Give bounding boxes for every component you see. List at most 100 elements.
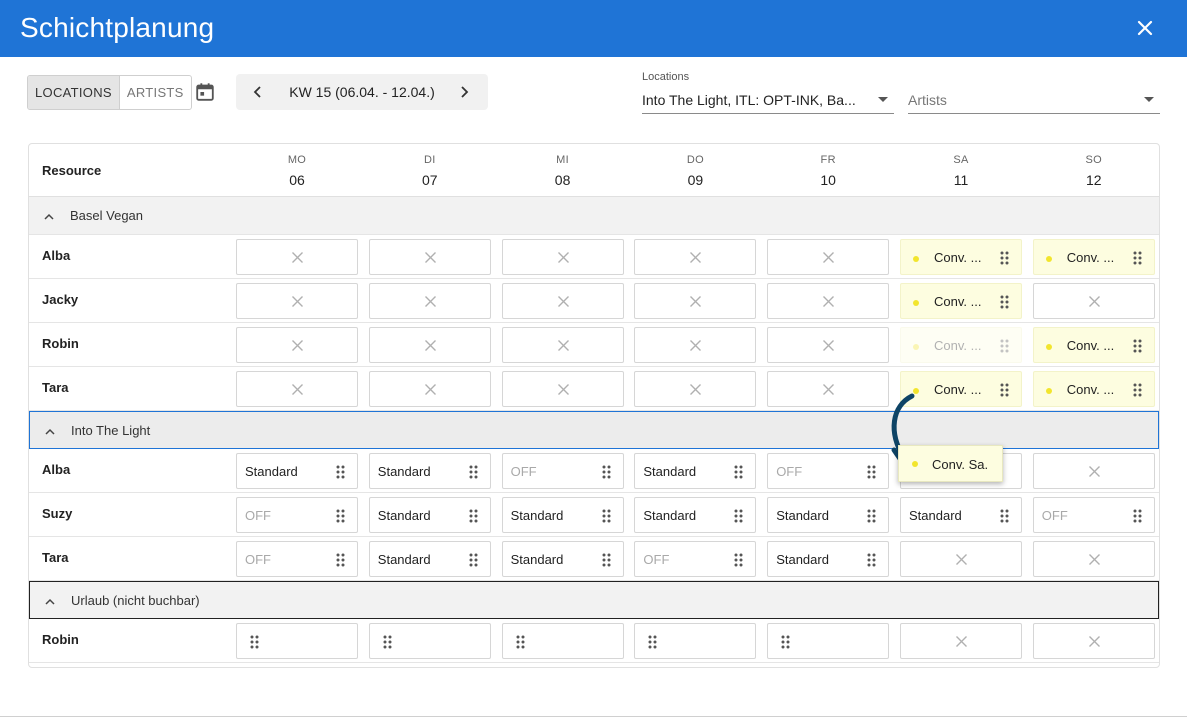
shift-chip[interactable]: Conv. ...: [1032, 371, 1155, 407]
drag-handle-icon[interactable]: [1133, 251, 1142, 265]
vacation-slot[interactable]: [368, 623, 491, 659]
view-artists-button[interactable]: ARTISTS: [120, 76, 191, 109]
empty-slot[interactable]: [501, 239, 624, 275]
drag-handle-icon[interactable]: [867, 465, 876, 479]
drag-handle-icon[interactable]: [1000, 383, 1009, 397]
empty-slot[interactable]: [900, 541, 1022, 577]
drag-handle-icon[interactable]: [469, 465, 478, 479]
shift-chip[interactable]: Conv. ...: [1032, 239, 1155, 275]
off-slot[interactable]: OFF: [236, 541, 358, 577]
drag-handle-icon[interactable]: [648, 635, 657, 649]
drag-handle-icon[interactable]: [469, 553, 478, 567]
empty-slot[interactable]: [368, 283, 491, 319]
empty-slot[interactable]: [236, 327, 358, 363]
drag-handle-icon[interactable]: [867, 553, 876, 567]
empty-slot[interactable]: [900, 623, 1022, 659]
shift-label: Conv. ...: [934, 338, 982, 353]
shift-slot[interactable]: Standard: [501, 541, 624, 577]
shift-slot[interactable]: Standard: [368, 541, 491, 577]
drag-handle-icon[interactable]: [1000, 251, 1009, 265]
drag-handle-icon[interactable]: [602, 509, 611, 523]
chevron-up-icon[interactable]: [42, 210, 56, 224]
empty-slot[interactable]: [634, 283, 757, 319]
empty-slot[interactable]: [767, 327, 890, 363]
empty-slot[interactable]: [634, 327, 757, 363]
shift-slot[interactable]: Standard: [501, 497, 624, 533]
slot-label: OFF: [776, 464, 803, 479]
shift-slot[interactable]: Standard: [900, 497, 1022, 533]
drag-handle-icon[interactable]: [602, 465, 611, 479]
view-locations-button[interactable]: LOCATIONS: [28, 76, 120, 109]
empty-slot[interactable]: [900, 453, 1022, 489]
off-slot[interactable]: OFF: [1032, 497, 1155, 533]
empty-slot[interactable]: [1032, 623, 1155, 659]
drag-handle-icon[interactable]: [1000, 339, 1009, 353]
empty-slot[interactable]: [634, 239, 757, 275]
group-header[interactable]: Urlaub (nicht buchbar): [29, 581, 1159, 619]
empty-slot[interactable]: [368, 327, 491, 363]
shift-chip[interactable]: Conv. ...: [900, 327, 1022, 363]
empty-slot[interactable]: [1032, 453, 1155, 489]
drag-handle-icon[interactable]: [336, 509, 345, 523]
group-header[interactable]: Basel Vegan: [29, 197, 1159, 235]
vacation-slot[interactable]: [501, 623, 624, 659]
drag-handle-icon[interactable]: [1133, 509, 1142, 523]
drag-handle-icon[interactable]: [734, 465, 743, 479]
shift-slot[interactable]: Standard: [767, 541, 890, 577]
empty-slot[interactable]: [501, 283, 624, 319]
empty-slot[interactable]: [634, 371, 757, 407]
calendar-icon[interactable]: [194, 81, 216, 103]
drag-handle-icon[interactable]: [867, 509, 876, 523]
empty-slot[interactable]: [767, 371, 890, 407]
empty-slot[interactable]: [767, 283, 890, 319]
drag-handle-icon[interactable]: [336, 465, 345, 479]
empty-slot[interactable]: [368, 371, 491, 407]
empty-slot[interactable]: [368, 239, 491, 275]
vacation-slot[interactable]: [767, 623, 890, 659]
artists-select[interactable]: Artists: [908, 68, 1160, 114]
locations-select[interactable]: Locations Into The Light, ITL: OPT-INK, …: [642, 68, 894, 114]
drag-handle-icon[interactable]: [336, 553, 345, 567]
empty-slot[interactable]: [1032, 283, 1155, 319]
group-header[interactable]: Into The Light: [29, 411, 1159, 449]
off-slot[interactable]: OFF: [501, 453, 624, 489]
empty-slot[interactable]: [767, 239, 890, 275]
chevron-up-icon[interactable]: [43, 425, 57, 439]
empty-slot[interactable]: [501, 371, 624, 407]
shift-chip[interactable]: Conv. ...: [900, 371, 1022, 407]
drag-handle-icon[interactable]: [602, 553, 611, 567]
empty-slot[interactable]: [501, 327, 624, 363]
empty-slot[interactable]: [236, 371, 358, 407]
off-slot[interactable]: OFF: [634, 541, 757, 577]
empty-slot[interactable]: [236, 239, 358, 275]
drag-handle-icon[interactable]: [1133, 339, 1142, 353]
drag-handle-icon[interactable]: [1133, 383, 1142, 397]
vacation-slot[interactable]: [634, 623, 757, 659]
drag-handle-icon[interactable]: [469, 509, 478, 523]
shift-slot[interactable]: Standard: [634, 497, 757, 533]
shift-chip[interactable]: Conv. ...: [1032, 327, 1155, 363]
drag-handle-icon[interactable]: [781, 635, 790, 649]
drag-handle-icon[interactable]: [1000, 509, 1009, 523]
shift-slot[interactable]: Standard: [236, 453, 358, 489]
shift-slot[interactable]: Standard: [368, 453, 491, 489]
drag-handle-icon[interactable]: [734, 509, 743, 523]
empty-slot[interactable]: [236, 283, 358, 319]
shift-slot[interactable]: Standard: [634, 453, 757, 489]
vacation-slot[interactable]: [236, 623, 358, 659]
drag-handle-icon[interactable]: [1000, 295, 1009, 309]
drag-handle-icon[interactable]: [516, 635, 525, 649]
chevron-up-icon[interactable]: [43, 595, 57, 609]
off-slot[interactable]: OFF: [767, 453, 890, 489]
drag-handle-icon[interactable]: [383, 635, 392, 649]
chevron-right-icon[interactable]: [455, 83, 473, 101]
empty-slot[interactable]: [1032, 541, 1155, 577]
off-slot[interactable]: OFF: [236, 497, 358, 533]
shift-slot[interactable]: Standard: [368, 497, 491, 533]
drag-handle-icon[interactable]: [250, 635, 259, 649]
shift-slot[interactable]: Standard: [767, 497, 890, 533]
drag-handle-icon[interactable]: [734, 553, 743, 567]
shift-chip[interactable]: Conv. ...: [900, 239, 1022, 275]
close-icon[interactable]: [1133, 16, 1157, 40]
shift-chip[interactable]: Conv. ...: [900, 283, 1022, 319]
